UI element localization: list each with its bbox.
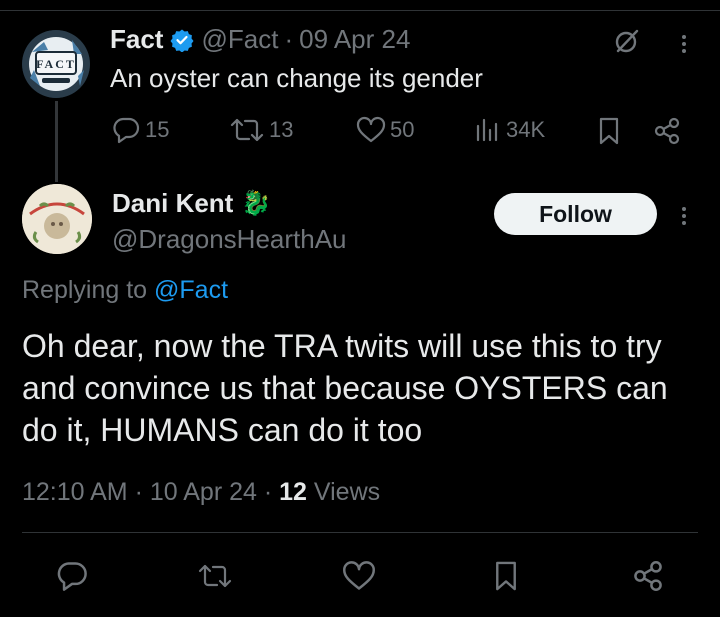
retweet-count: 13 (269, 117, 294, 142)
like-action[interactable]: 50 (356, 116, 414, 144)
reply-meta: 12:10 AM · 10 Apr 24 · 12 Views (22, 478, 380, 507)
reply-text: Oh dear, now the TRA twits will use this… (22, 328, 668, 448)
original-author-row: Fact @Fact · 09 Apr 24 (110, 24, 410, 55)
bookmark-icon[interactable] (595, 116, 623, 146)
dani-avatar[interactable] (22, 184, 92, 254)
reply-bubble-icon[interactable] (54, 558, 90, 594)
more-dots-icon[interactable] (681, 204, 687, 228)
heart-icon (356, 116, 386, 143)
reply-author-row: Dani Kent 🐉 (112, 188, 271, 219)
fact-avatar-image: FACT (22, 30, 90, 98)
retweet-action[interactable]: 13 (229, 116, 293, 144)
grok-icon[interactable] (612, 26, 642, 56)
reply-date[interactable]: 10 Apr 24 (150, 478, 257, 506)
like-count: 50 (390, 117, 415, 142)
bookmark-icon[interactable] (488, 558, 524, 594)
thread-line (55, 101, 58, 182)
view-count: 34K (506, 117, 546, 142)
fact-avatar[interactable]: FACT (22, 30, 90, 98)
replying-prefix: Replying to (22, 276, 148, 304)
original-tweet-text: An oyster can change its gender (110, 63, 483, 93)
reply-views-label: Views (313, 478, 381, 506)
fact-avatar-text: FACT (36, 57, 76, 71)
reply-views-count: 12 (279, 478, 307, 506)
share-icon[interactable] (652, 116, 682, 146)
bottom-divider (22, 532, 698, 533)
reply-count: 15 (145, 117, 170, 142)
views-bars-icon (476, 118, 498, 142)
separator-dot: · (134, 478, 143, 506)
original-tweet-date[interactable]: 09 Apr 24 (299, 24, 410, 55)
replying-to: Replying to @Fact (22, 276, 228, 305)
replying-mention-link[interactable]: @Fact (154, 276, 228, 304)
reply-time[interactable]: 12:10 AM (22, 478, 128, 506)
retweet-icon[interactable] (197, 558, 233, 594)
retweet-icon (230, 118, 264, 142)
reply-action[interactable]: 15 (111, 116, 169, 144)
top-divider (0, 10, 720, 11)
follow-button[interactable]: Follow (494, 193, 657, 235)
dragon-emoji-icon: 🐉 (241, 190, 272, 217)
reply-bubble-icon (113, 117, 140, 144)
views-action[interactable]: 34K (474, 116, 545, 144)
more-dots-icon[interactable] (681, 32, 687, 56)
separator-dot: · (284, 24, 294, 54)
verified-badge-icon[interactable] (170, 28, 194, 52)
heart-icon[interactable] (341, 558, 377, 594)
dani-avatar-image (22, 184, 92, 254)
original-author-handle[interactable]: @Fact (201, 24, 278, 55)
share-icon[interactable] (630, 558, 666, 594)
reply-author-handle[interactable]: @DragonsHearthAu (112, 224, 347, 255)
original-author-name[interactable]: Fact (110, 24, 163, 55)
separator-dot: · (263, 478, 273, 506)
reply-author-name[interactable]: Dani Kent (112, 188, 233, 219)
